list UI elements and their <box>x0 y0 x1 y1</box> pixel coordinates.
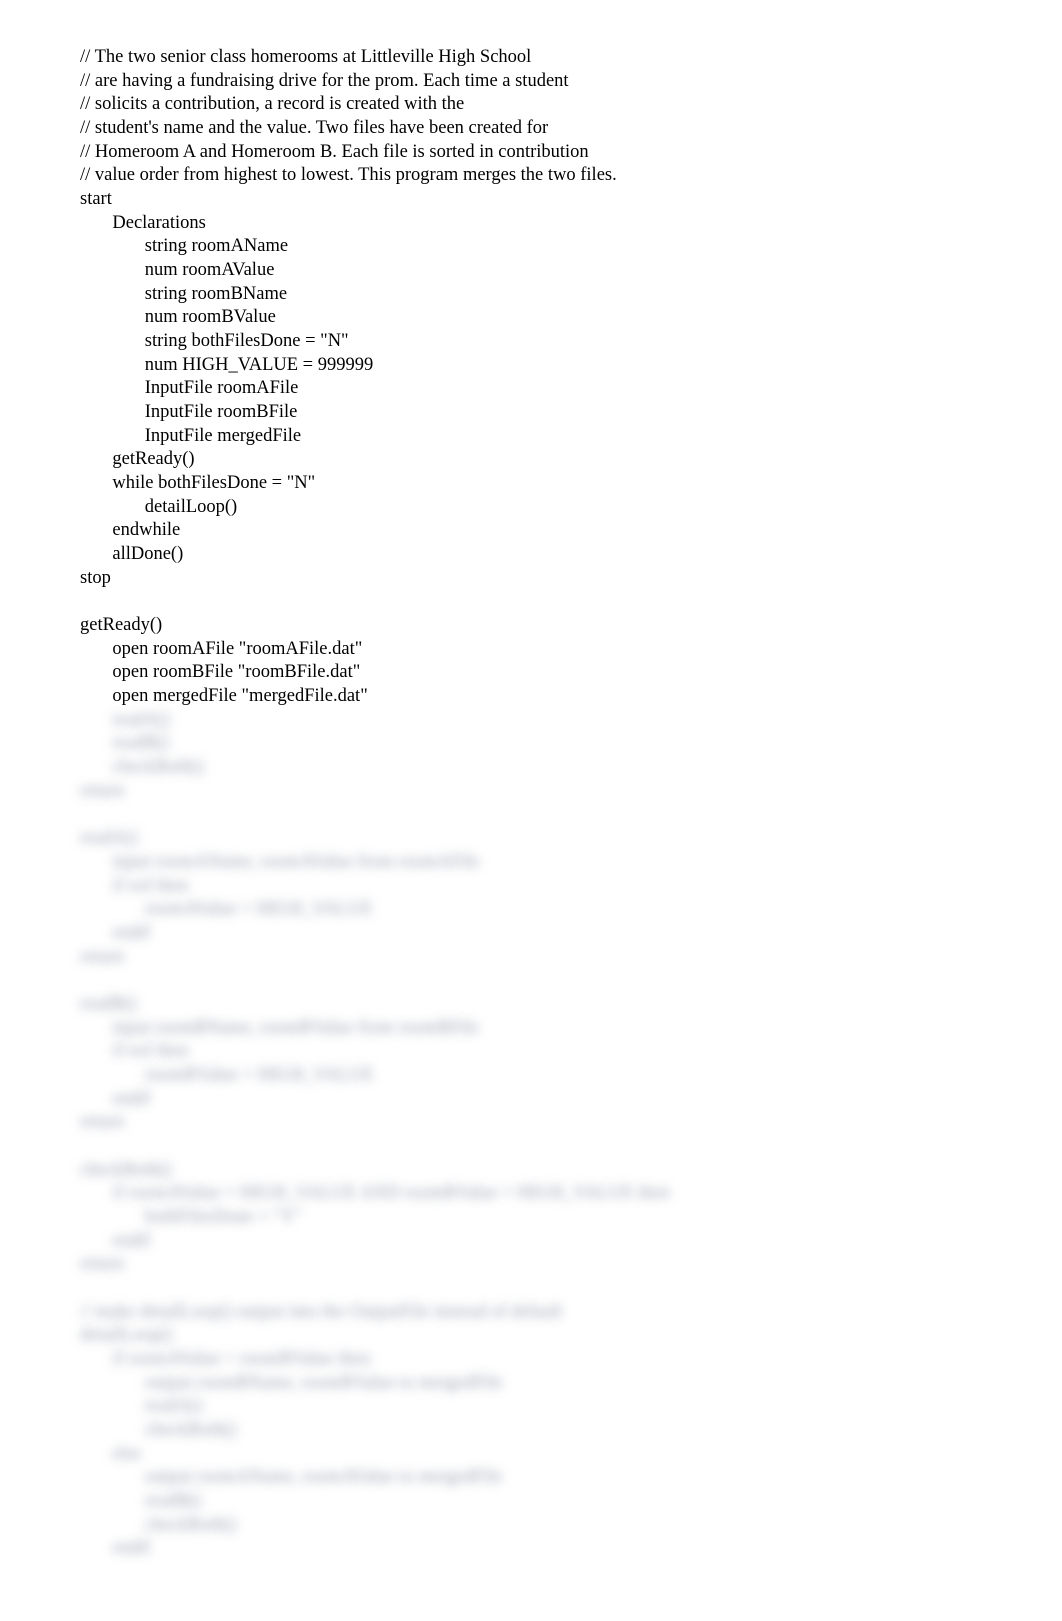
document-page: // The two senior class homerooms at Lit… <box>0 0 1062 1621</box>
code-blurred-section: readA() readB() checkBoth() return readA… <box>80 710 670 1559</box>
code-clear-section: // The two senior class homerooms at Lit… <box>80 47 617 706</box>
